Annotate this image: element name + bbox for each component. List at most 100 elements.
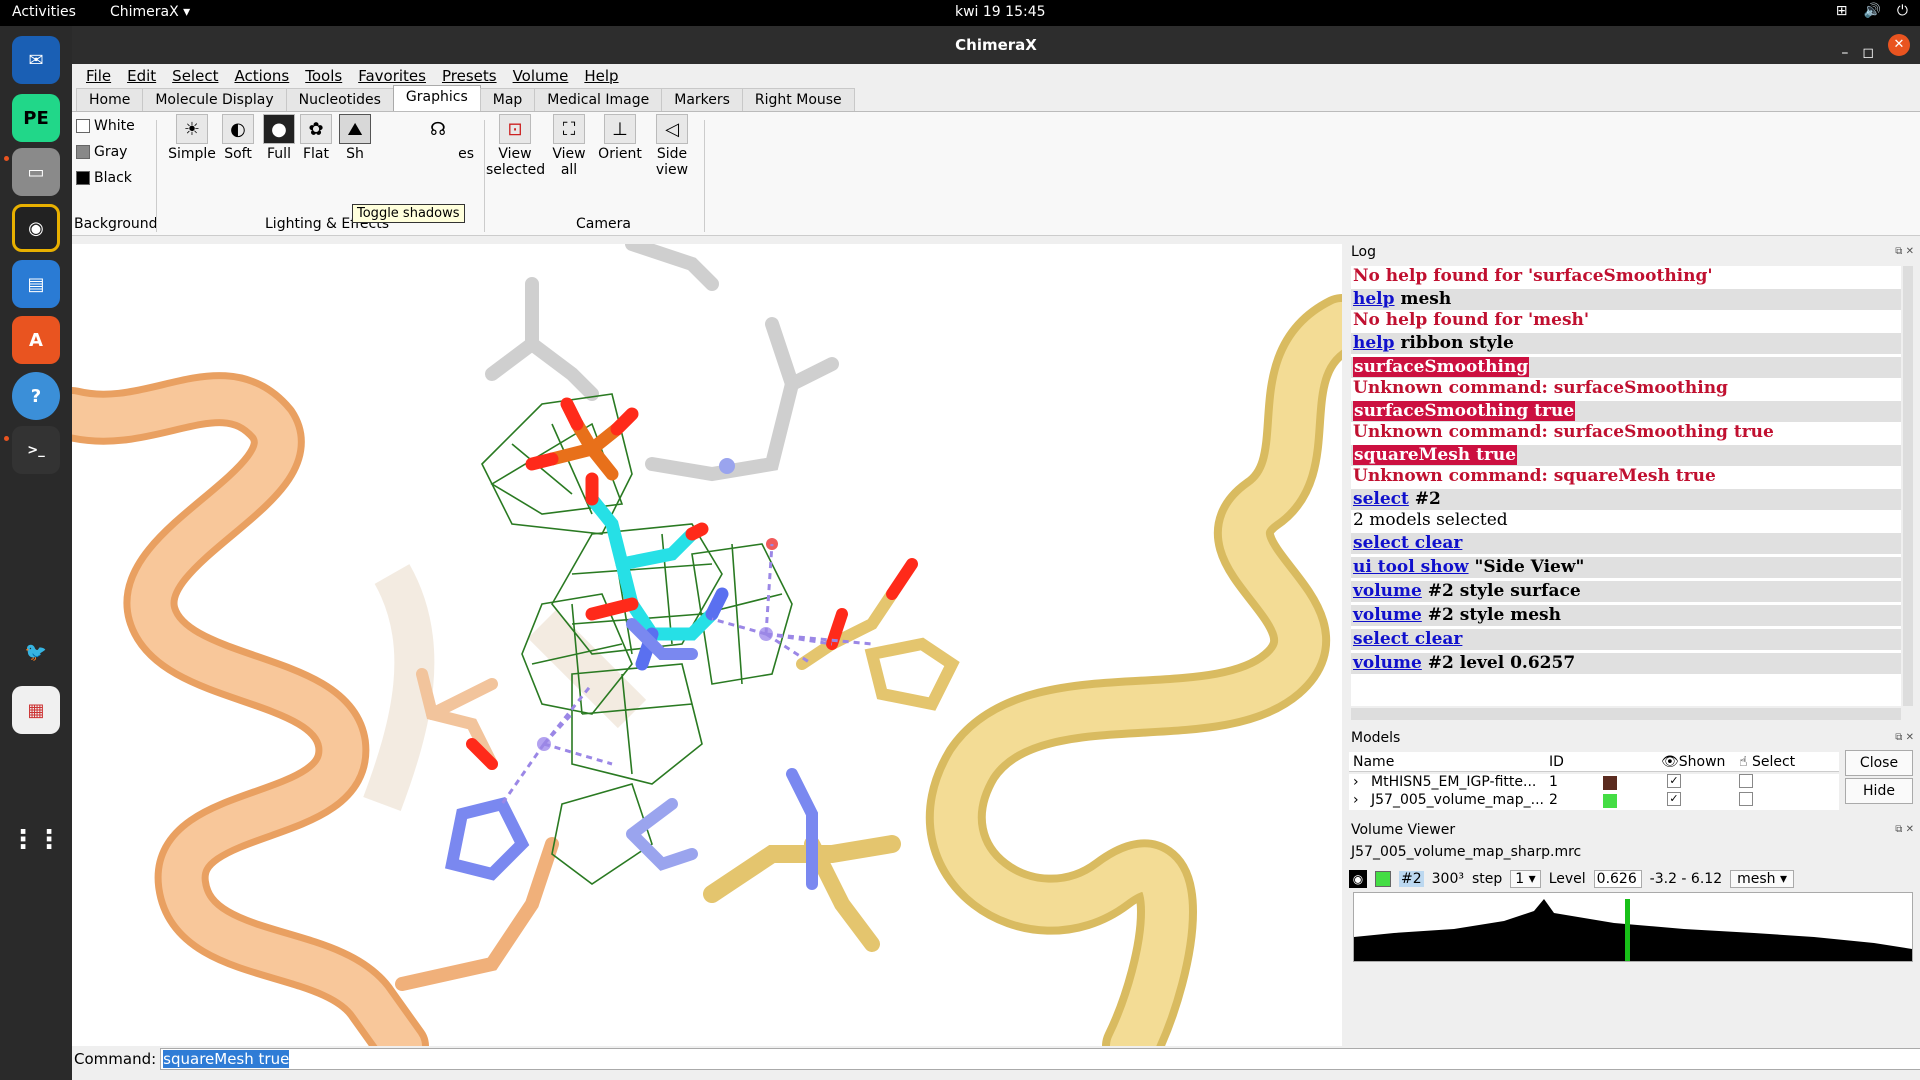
lighting-simple-button[interactable]: ☀ Simple	[168, 114, 216, 162]
column-select[interactable]: ☝ Select	[1739, 754, 1795, 770]
terminal-icon[interactable]: >_	[12, 426, 60, 474]
menu-file[interactable]: File	[80, 67, 117, 85]
lighting-shadows-button[interactable]: ⛰ Sh	[336, 114, 374, 162]
rhythmbox-icon[interactable]: ◉	[12, 204, 60, 252]
log-command-link[interactable]: volume	[1353, 581, 1422, 601]
background-black-button[interactable]: Black	[76, 170, 132, 186]
menu-help[interactable]: Help	[578, 67, 624, 85]
log-command-link[interactable]: volume	[1353, 653, 1422, 673]
lighting-flat-button[interactable]: ✿ Flat	[298, 114, 334, 162]
menu-favorites[interactable]: Favorites	[352, 67, 432, 85]
model-row[interactable]: › MtHISN5_EM_IGP-fitte... 1 ✓	[1349, 774, 1839, 792]
tab-right-mouse[interactable]: Right Mouse	[741, 88, 855, 111]
tab-markers[interactable]: Markers	[661, 88, 743, 111]
graphics-viewport[interactable]	[72, 244, 1342, 1046]
lighting-full-button[interactable]: ● Full	[260, 114, 298, 162]
close-model-button[interactable]: Close	[1845, 750, 1913, 776]
command-input[interactable]: squareMesh true	[160, 1048, 1920, 1070]
step-select[interactable]: 1 ▾	[1510, 870, 1541, 888]
map-color-swatch[interactable]	[1375, 871, 1391, 887]
panel-float-close-icon[interactable]: ⧉ ✕	[1895, 824, 1914, 835]
model-color-swatch[interactable]	[1603, 794, 1617, 808]
model-row[interactable]: › J57_005_volume_map_... 2 ✓	[1349, 792, 1839, 810]
panel-float-close-icon[interactable]: ⧉ ✕	[1895, 246, 1914, 257]
writer-icon[interactable]: ▤	[12, 260, 60, 308]
expand-icon[interactable]: ›	[1353, 792, 1359, 808]
lighting-soft-button[interactable]: ◐ Soft	[218, 114, 258, 162]
log-command-link[interactable]: select clear	[1353, 533, 1462, 553]
style-select[interactable]: mesh ▾	[1730, 870, 1795, 888]
level-input[interactable]: 0.626	[1593, 870, 1642, 888]
document-viewer-icon[interactable]: ▦	[12, 686, 60, 734]
clock[interactable]: kwi 19 15:45	[955, 4, 1046, 20]
app-center-icon[interactable]: A	[12, 316, 60, 364]
model-color-swatch[interactable]	[1603, 776, 1617, 790]
orient-button[interactable]: ⊥ Orient	[594, 114, 646, 162]
menu-actions[interactable]: Actions	[228, 67, 295, 85]
model-shown-checkbox[interactable]: ✓	[1667, 774, 1681, 788]
log-command-link[interactable]: select clear	[1353, 629, 1462, 649]
expand-icon[interactable]: ›	[1353, 774, 1359, 790]
model-select-checkbox[interactable]	[1739, 774, 1753, 788]
log-command-link[interactable]: help	[1353, 289, 1395, 309]
tab-map[interactable]: Map	[479, 88, 536, 111]
menu-presets[interactable]: Presets	[436, 67, 503, 85]
system-tray[interactable]: ⊞ 🔊 ⏻	[1836, 3, 1908, 19]
view-all-icon: ⛶	[553, 114, 585, 144]
side-view-button[interactable]: ◁ Side view	[650, 114, 694, 178]
background-gray-button[interactable]: Gray	[76, 144, 127, 160]
model-select-checkbox[interactable]	[1739, 792, 1753, 806]
view-selected-button[interactable]: ⊡ View selected	[486, 114, 545, 178]
column-id[interactable]: ID	[1549, 754, 1564, 770]
close-icon[interactable]: ✕	[1888, 34, 1910, 56]
files-icon[interactable]: ▭	[12, 148, 60, 196]
thunderbird-icon[interactable]: ✉	[12, 36, 60, 84]
pycharm-icon[interactable]: PE	[12, 94, 60, 142]
column-name[interactable]: Name	[1353, 754, 1394, 770]
log-error-command[interactable]: surfaceSmoothing true	[1353, 401, 1576, 421]
ribbon-separator	[156, 120, 157, 232]
tab-medical-image[interactable]: Medical Image	[534, 88, 663, 111]
histogram[interactable]	[1353, 892, 1913, 962]
network-icon: ⊞	[1835, 3, 1848, 19]
level-marker[interactable]	[1625, 899, 1630, 961]
log-command-link[interactable]: ui tool show	[1353, 557, 1469, 577]
activities-button[interactable]: Activities	[12, 4, 76, 20]
shadows-icon: ⛰	[339, 114, 371, 144]
log-content[interactable]: No help found for 'surfaceSmoothing' hel…	[1351, 266, 1901, 706]
log-command-link[interactable]: help	[1353, 333, 1395, 353]
log-command-link[interactable]: volume	[1353, 605, 1422, 625]
menu-edit[interactable]: Edit	[121, 67, 162, 85]
background-gray-label: Gray	[94, 144, 128, 160]
maximize-icon[interactable]: ◻	[1862, 34, 1874, 72]
panel-float-close-icon[interactable]: ⧉ ✕	[1895, 732, 1914, 743]
hide-model-button[interactable]: Hide	[1845, 778, 1913, 804]
minimize-icon[interactable]: –	[1841, 34, 1848, 72]
silhouettes-button[interactable]: ☊ es	[402, 114, 474, 163]
tab-home[interactable]: Home	[76, 88, 144, 111]
tab-nucleotides[interactable]: Nucleotides	[285, 88, 394, 111]
system-top-bar: Activities ChimeraX ▾ kwi 19 15:45 ⊞ 🔊 ⏻	[0, 0, 1920, 26]
model-id: 2	[1549, 792, 1558, 808]
visibility-toggle-icon[interactable]: ◉	[1349, 870, 1367, 888]
tab-graphics[interactable]: Graphics	[392, 85, 481, 111]
log-vertical-scrollbar[interactable]	[1903, 266, 1913, 706]
log-horizontal-scrollbar[interactable]	[1351, 708, 1901, 720]
log-command-link[interactable]: select	[1353, 489, 1409, 509]
help-icon[interactable]: ?	[12, 372, 60, 420]
menu-tools[interactable]: Tools	[299, 67, 348, 85]
log-error-command[interactable]: surfaceSmoothing	[1353, 357, 1530, 377]
lighting-simple-label: Simple	[168, 146, 216, 162]
menu-volume[interactable]: Volume	[507, 67, 575, 85]
tab-molecule-display[interactable]: Molecule Display	[142, 88, 287, 111]
view-all-button[interactable]: ⛶ View all	[548, 114, 590, 178]
log-entry: ui tool show "Side View"	[1351, 557, 1901, 578]
model-shown-checkbox[interactable]: ✓	[1667, 792, 1681, 806]
app-menu[interactable]: ChimeraX ▾	[110, 4, 190, 20]
background-white-button[interactable]: White	[76, 118, 135, 134]
show-apps-icon[interactable]: ⋮⋮	[10, 816, 62, 864]
menu-select[interactable]: Select	[166, 67, 224, 85]
log-error-command[interactable]: squareMesh true	[1353, 445, 1518, 465]
column-shown[interactable]: 👁Shown	[1661, 754, 1725, 770]
chimerax-icon[interactable]: 🐦	[12, 628, 60, 676]
